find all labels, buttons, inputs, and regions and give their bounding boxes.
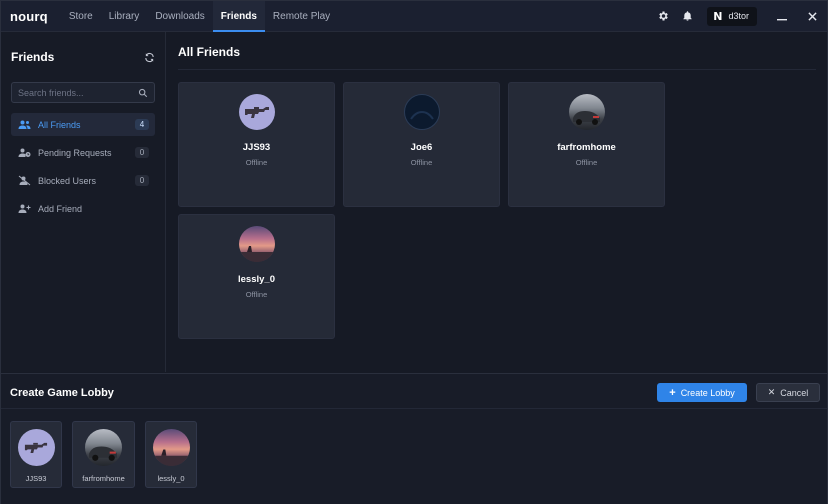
search-input[interactable] <box>18 87 138 98</box>
member-name: JJS93 <box>25 474 47 483</box>
avatar <box>85 429 122 466</box>
avatar <box>238 226 275 262</box>
close-button[interactable] <box>797 1 827 32</box>
gear-icon[interactable] <box>652 5 674 27</box>
plus-icon: + <box>669 386 676 399</box>
sidebar-item-pending-requests[interactable]: Pending Requests 0 <box>11 141 155 164</box>
sidebar-item-all-friends[interactable]: All Friends 4 <box>11 113 155 136</box>
lobby-member[interactable]: farfromhome <box>72 421 135 488</box>
user-clock-icon <box>17 147 31 159</box>
nav-remote-play[interactable]: Remote Play <box>265 1 338 32</box>
users-icon <box>17 119 31 131</box>
close-icon: ✕ <box>767 387 776 397</box>
count-badge: 0 <box>135 147 149 158</box>
cancel-label: Cancel <box>780 387 809 398</box>
user-badge: N <box>713 9 723 23</box>
friend-name: farfromhome <box>557 142 616 153</box>
search-icon[interactable] <box>138 88 148 98</box>
page-title: All Friends <box>178 45 241 59</box>
sidebar-item-label: All Friends <box>38 119 81 130</box>
nav-friends[interactable]: Friends <box>212 0 266 32</box>
lobby-member[interactable]: lessly_0 <box>145 421 197 488</box>
avatar <box>238 94 275 130</box>
sidebar-title: Friends <box>11 50 55 64</box>
divider <box>178 69 816 70</box>
avatar <box>152 429 190 466</box>
friends-main: All Friends JJS93 Offline Joe6 Offline f… <box>167 32 827 372</box>
friend-status: Offline <box>245 158 268 167</box>
avatar <box>403 94 440 130</box>
minimize-icon <box>777 19 787 21</box>
sidebar-item-blocked-users[interactable]: Blocked Users 0 <box>11 169 155 192</box>
create-lobby-button[interactable]: + Create Lobby <box>657 383 747 402</box>
friend-name: Joe6 <box>410 142 433 153</box>
friend-name: lessly_0 <box>238 274 275 285</box>
nav-library[interactable]: Library <box>101 1 148 32</box>
avatar <box>17 429 55 466</box>
lobby-member[interactable]: JJS93 <box>10 421 62 488</box>
close-icon <box>807 11 817 21</box>
username: d3tor <box>728 11 749 21</box>
sidebar-item-label: Blocked Users <box>38 175 97 186</box>
friend-card[interactable]: farfromhome Offline <box>508 82 665 207</box>
user-slash-icon <box>17 175 31 187</box>
dark-avatar-icon <box>409 110 434 120</box>
lobby-title: Create Game Lobby <box>10 387 114 399</box>
app-window: nourq Store Library Downloads Friends Re… <box>0 0 828 504</box>
count-badge: 0 <box>135 175 149 186</box>
nav-downloads[interactable]: Downloads <box>147 1 212 32</box>
minimize-button[interactable] <box>767 1 797 32</box>
sidebar-item-label: Pending Requests <box>38 147 112 158</box>
user-menu[interactable]: N d3tor <box>707 6 757 26</box>
create-lobby-label: Create Lobby <box>680 387 735 398</box>
app-logo[interactable]: nourq <box>10 9 48 24</box>
friends-grid: JJS93 Offline Joe6 Offline farfromhome O… <box>178 82 665 339</box>
friend-status: Offline <box>245 290 268 299</box>
search-box <box>11 82 155 103</box>
sidebar-item-add-friend[interactable]: Add Friend <box>11 197 155 220</box>
sunset-icon <box>152 449 190 466</box>
divider <box>1 408 827 409</box>
friends-sidebar: Friends All Friends 4 Pending Requests <box>1 32 166 372</box>
car-icon <box>89 446 117 461</box>
car-icon <box>572 111 600 125</box>
friend-card[interactable]: lessly_0 Offline <box>178 214 335 339</box>
refresh-icon[interactable] <box>144 52 155 63</box>
create-lobby-panel: Create Game Lobby + Create Lobby ✕ Cance… <box>1 373 827 504</box>
lobby-members: JJS93 farfromhome lessly_0 <box>10 421 207 488</box>
top-bar: nourq Store Library Downloads Friends Re… <box>1 0 827 32</box>
sunset-icon <box>238 246 275 262</box>
nav-store[interactable]: Store <box>61 1 101 32</box>
sidebar-menu: All Friends 4 Pending Requests 0 Blocked… <box>1 113 165 220</box>
member-name: farfromhome <box>82 474 125 483</box>
friend-card[interactable]: JJS93 Offline <box>178 82 335 207</box>
rifle-icon <box>244 107 269 118</box>
bell-icon[interactable] <box>676 5 698 27</box>
sidebar-item-label: Add Friend <box>38 203 83 214</box>
count-badge: 4 <box>135 119 149 130</box>
main-nav: Store Library Downloads Friends Remote P… <box>61 0 338 32</box>
friend-card[interactable]: Joe6 Offline <box>343 82 500 207</box>
rifle-icon <box>24 442 48 454</box>
user-plus-icon <box>17 203 31 215</box>
top-right-controls: N d3tor <box>651 1 827 32</box>
cancel-button[interactable]: ✕ Cancel <box>756 383 820 402</box>
friend-status: Offline <box>410 158 433 167</box>
avatar <box>568 94 605 130</box>
member-name: lessly_0 <box>157 474 185 483</box>
friend-status: Offline <box>575 158 598 167</box>
friend-name: JJS93 <box>242 142 271 153</box>
